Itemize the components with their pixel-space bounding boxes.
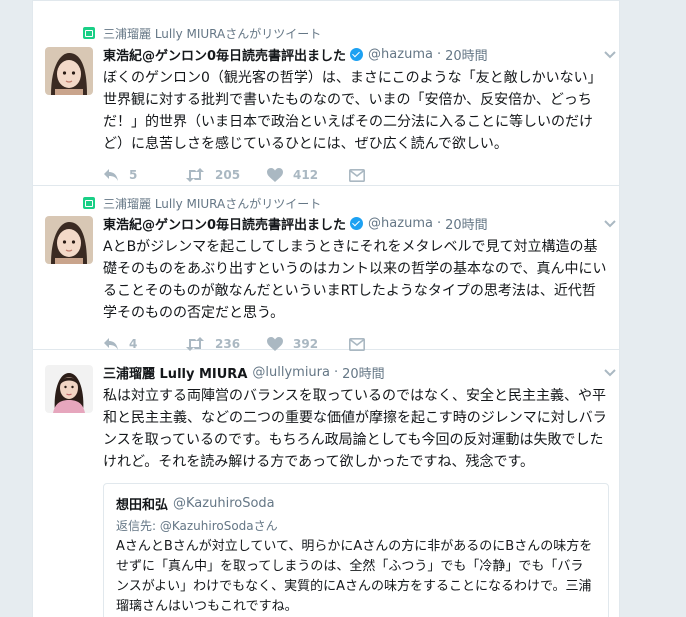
like-count: 412 — [293, 168, 319, 182]
retweet-button[interactable]: 236 — [185, 337, 267, 351]
like-icon — [267, 337, 283, 351]
tweet-actions: 5 205 412 — [103, 165, 609, 185]
like-button[interactable]: 412 — [267, 168, 349, 182]
avatar-image — [45, 216, 93, 264]
quoted-reply-to: 返信先: @KazuhiroSodaさん — [116, 519, 278, 533]
tweet-content: 東浩紀@ゲンロン0毎日読売書評出ました @hazuma · 20時間 ぼくのゲン… — [103, 45, 616, 185]
chevron-down-icon[interactable] — [603, 216, 617, 230]
reply-button[interactable]: 4 — [103, 337, 185, 351]
tweet-header: 三浦瑠麗 Lully MIURA @lullymiura · 20時間 — [103, 363, 616, 382]
retweet-count: 236 — [215, 337, 241, 351]
verified-icon — [350, 216, 364, 230]
retweet-context[interactable]: 三浦瑠麗 Lully MIURAさんがリツイート — [83, 195, 321, 211]
like-count: 392 — [293, 337, 319, 351]
retweet-context-text: 三浦瑠麗 Lully MIURAさんがリツイート — [103, 26, 322, 41]
tweet-text: AとBがジレンマを起こしてしまうときにそれをメタレベルで見て対立構造の基礎そのも… — [103, 239, 607, 321]
avatar-image — [45, 47, 93, 95]
message-icon — [349, 168, 365, 182]
avatar[interactable] — [45, 216, 93, 264]
avatar-image — [45, 365, 93, 413]
quoted-author-name: 想田和弘 — [116, 497, 169, 513]
author-screen-name[interactable]: @lullymiura — [252, 365, 330, 380]
author-name[interactable]: 東浩紀@ゲンロン0毎日読売書評出ました — [103, 214, 346, 233]
tweet-content: 三浦瑠麗 Lully MIURA @lullymiura · 20時間 私は対立… — [103, 363, 616, 617]
chevron-down-icon[interactable] — [603, 47, 617, 61]
tweet-content: 東浩紀@ゲンロン0毎日読売書評出ました @hazuma · 20時間 AとBがジ… — [103, 214, 616, 354]
retweet-context-text: 三浦瑠麗 Lully MIURAさんがリツイート — [103, 196, 322, 211]
retweet-icon — [186, 337, 204, 351]
tweet-timestamp[interactable]: 20時間 — [445, 214, 488, 233]
like-icon — [267, 168, 283, 182]
message-icon — [349, 337, 365, 351]
tweet-timestamp[interactable]: 20時間 — [342, 363, 385, 382]
quoted-author-screen-name: @KazuhiroSoda — [173, 495, 275, 511]
tweet-timestamp[interactable]: 20時間 — [445, 45, 488, 64]
tweet[interactable]: 三浦瑠麗 Lully MIURAさんがリツイート 東浩紀@ゲンロン0毎日読売書評… — [33, 0, 619, 186]
reply-button[interactable]: 5 — [103, 168, 185, 182]
header-separator: · — [436, 215, 442, 231]
retweet-button[interactable]: 205 — [185, 168, 267, 182]
tweet[interactable]: 三浦瑠麗 Lully MIURA @lullymiura · 20時間 私は対立… — [33, 351, 619, 617]
author-name[interactable]: 東浩紀@ゲンロン0毎日読売書評出ました — [103, 45, 346, 64]
reply-count: 4 — [129, 337, 138, 351]
like-button[interactable]: 392 — [267, 337, 349, 351]
verified-icon — [350, 47, 364, 61]
tweet-text: ぼくのゲンロン0（観光客の哲学）は、まさにこのような「友と敵しかいない」世界観に… — [103, 70, 602, 152]
avatar[interactable] — [45, 47, 93, 95]
direct-message-button[interactable] — [349, 337, 365, 351]
tweet[interactable]: 三浦瑠麗 Lully MIURAさんがリツイート 東浩紀@ゲンロン0毎日読売書評… — [33, 187, 619, 351]
direct-message-button[interactable] — [349, 168, 365, 182]
reply-count: 5 — [129, 168, 138, 182]
author-screen-name[interactable]: @hazuma — [368, 47, 433, 62]
retweet-icon — [186, 168, 204, 182]
author-name[interactable]: 三浦瑠麗 Lully MIURA — [103, 363, 247, 382]
quoted-tweet-header: 想田和弘 @KazuhiroSoda — [116, 494, 596, 513]
tweet-header: 東浩紀@ゲンロン0毎日読売書評出ました @hazuma · 20時間 — [103, 214, 616, 233]
quoted-tweet[interactable]: 想田和弘 @KazuhiroSoda 返信先: @KazuhiroSodaさん … — [103, 483, 609, 617]
retweet-icon — [83, 197, 95, 209]
timeline-stream: 三浦瑠麗 Lully MIURAさんがリツイート 東浩紀@ゲンロン0毎日読売書評… — [32, 0, 620, 617]
tweet-header: 東浩紀@ゲンロン0毎日読売書評出ました @hazuma · 20時間 — [103, 45, 616, 64]
header-separator: · — [333, 364, 339, 380]
retweet-icon — [83, 27, 95, 39]
retweet-context[interactable]: 三浦瑠麗 Lully MIURAさんがリツイート — [83, 25, 321, 41]
tweet-text: 私は対立する両陣営のバランスを取っているのではなく、安全と民主主義、や平和と民主… — [103, 388, 607, 470]
chevron-down-icon[interactable] — [603, 365, 617, 379]
retweet-count: 205 — [215, 168, 241, 182]
reply-icon — [104, 338, 118, 350]
quoted-tweet-text: AさんとBさんが対立していて、明らかにAさんの方に非があるのにBさんの味方をせず… — [116, 539, 593, 614]
reply-icon — [104, 169, 118, 181]
avatar[interactable] — [45, 365, 93, 413]
author-screen-name[interactable]: @hazuma — [368, 216, 433, 231]
header-separator: · — [436, 46, 442, 62]
